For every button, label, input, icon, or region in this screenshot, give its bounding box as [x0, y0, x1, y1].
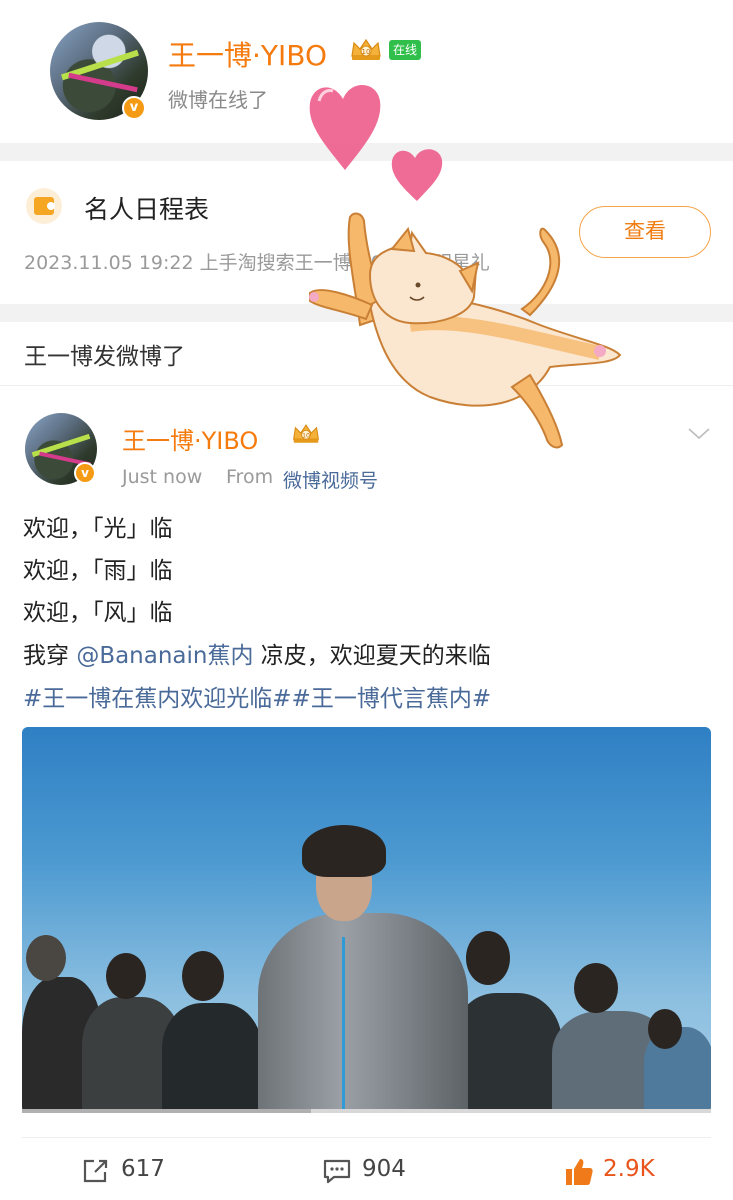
- post-text-suffix: 凉皮，欢迎夏天的来临: [253, 643, 491, 669]
- svg-text:10: 10: [362, 48, 371, 56]
- profile-status: 微博在线了: [168, 88, 268, 112]
- post-source-link[interactable]: 微博视频号: [283, 466, 378, 493]
- post-text-line: 欢迎，「光」临: [23, 516, 173, 542]
- chevron-down-icon[interactable]: [687, 421, 711, 445]
- background-figure-head: [574, 963, 618, 1013]
- post-text-prefix: 我穿: [23, 643, 77, 669]
- crown-badge-icon: 10: [351, 38, 381, 60]
- schedule-title: 名人日程表: [84, 195, 210, 224]
- video-progress-fill: [22, 1109, 311, 1113]
- post-from-label: From: [226, 466, 274, 488]
- comment-count: 904: [362, 1156, 406, 1182]
- like-count: 2.9K: [603, 1156, 655, 1182]
- post-author-name[interactable]: 王一博·YIBO: [122, 421, 258, 456]
- background-figure-head: [182, 951, 224, 1001]
- profile-name[interactable]: 王一博·YIBO: [168, 34, 327, 74]
- comment-icon: [323, 1159, 351, 1184]
- hashtag-links[interactable]: #王一博在蕉内欢迎光临##王一博代言蕉内#: [23, 679, 491, 713]
- calendar-star-icon: [26, 188, 62, 224]
- verified-icon: v: [122, 96, 146, 120]
- post-text-line: 欢迎，「雨」临: [23, 558, 173, 584]
- post-time: Just now: [122, 466, 203, 488]
- main-figure-hair: [302, 825, 386, 877]
- section-separator: [0, 143, 733, 161]
- post-text-line: 我穿 @Bananain蕉内 凉皮，欢迎夏天的来临: [23, 636, 491, 670]
- view-button[interactable]: 查看: [579, 206, 711, 258]
- background-figure: [452, 993, 562, 1113]
- background-figure-head: [648, 1009, 682, 1049]
- actions-divider: [22, 1137, 711, 1138]
- background-figure-head: [106, 953, 146, 999]
- crown-badge-icon: 10: [293, 424, 319, 443]
- repost-icon: [83, 1159, 108, 1183]
- svg-text:10: 10: [302, 432, 310, 439]
- section-separator: [0, 304, 733, 322]
- background-figure: [162, 1003, 262, 1113]
- schedule-subtitle: 2023.11.05 19:22 上手淘搜索王一博 01元抽明星礼: [24, 252, 490, 274]
- background-figure-head: [466, 931, 510, 985]
- notice-text: 王一博发微博了: [24, 344, 185, 370]
- post-text-line: 欢迎，「风」临: [23, 600, 173, 626]
- repost-count: 617: [121, 1156, 165, 1182]
- background-figure-head: [26, 935, 66, 981]
- jacket-zipper: [342, 937, 345, 1113]
- video-thumbnail[interactable]: [22, 727, 711, 1113]
- online-badge: 在线: [389, 40, 422, 60]
- mention-link[interactable]: @Bananain蕉内: [76, 643, 253, 669]
- thumbs-up-icon: [566, 1159, 593, 1185]
- main-figure-jacket: [258, 913, 468, 1113]
- verified-icon: v: [74, 462, 96, 484]
